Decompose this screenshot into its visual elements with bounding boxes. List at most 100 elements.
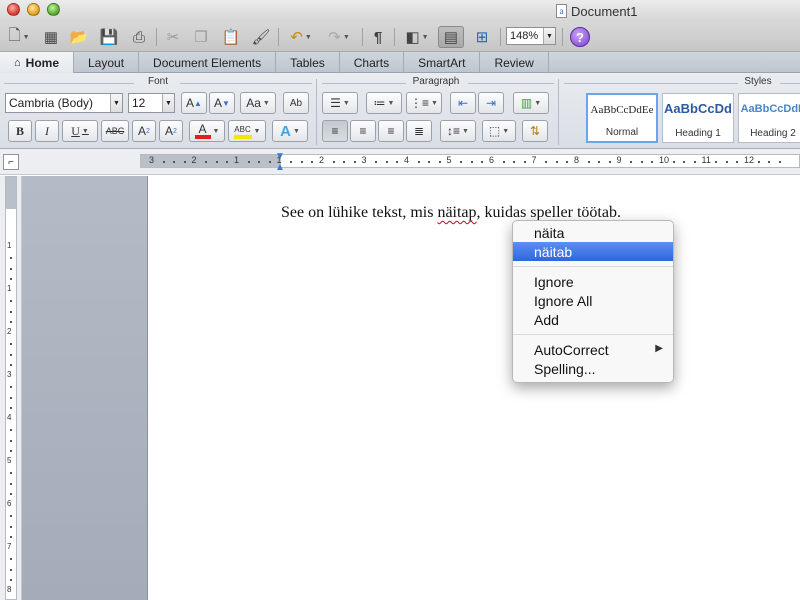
- ruler-tick: [226, 161, 229, 163]
- italic-button[interactable]: I: [35, 120, 59, 142]
- undo-button[interactable]: ↶ ▼: [284, 26, 318, 48]
- line-spacing-button[interactable]: ↕≡ ▼: [440, 120, 476, 142]
- text-effects-button[interactable]: A ▼: [272, 120, 308, 142]
- group-divider: [316, 79, 317, 145]
- menu-item-spelling[interactable]: Spelling...: [513, 359, 673, 378]
- italic-icon: I: [45, 123, 49, 138]
- menu-item-ignore[interactable]: Ignore: [513, 272, 673, 291]
- increase-indent-icon: ⇥: [485, 96, 497, 110]
- tab-stop-selector[interactable]: ⌐: [3, 154, 19, 170]
- sidebar-button[interactable]: ◧ ▼: [400, 26, 434, 48]
- cut-button[interactable]: ✂: [162, 26, 184, 48]
- zoom-window-button[interactable]: [47, 3, 60, 16]
- style-normal[interactable]: AaBbCcDdEe Normal: [586, 93, 658, 143]
- menu-item-autocorrect[interactable]: AutoCorrect ▶: [513, 340, 673, 359]
- decrease-indent-button[interactable]: ⇤: [450, 92, 476, 114]
- chevron-down-icon: ▼: [342, 99, 350, 107]
- subscript-button[interactable]: A2: [159, 120, 183, 142]
- borders-button[interactable]: ⬚ ▼: [482, 120, 516, 142]
- vertical-ruler-tick: [10, 310, 12, 313]
- strikethrough-button[interactable]: ABC: [101, 120, 129, 142]
- grow-font-button[interactable]: A ▲: [181, 92, 207, 114]
- help-button[interactable]: ?: [570, 27, 590, 47]
- font-size-select[interactable]: 12 ▼: [128, 93, 175, 113]
- document-page[interactable]: [148, 176, 800, 600]
- toolbar-separator: [156, 28, 157, 46]
- open-button[interactable]: 📂: [68, 26, 90, 48]
- copy-icon: ❐: [194, 29, 208, 46]
- tab-label: Home: [25, 55, 59, 70]
- print-button[interactable]: ⎙: [128, 26, 150, 48]
- vertical-ruler-number: 1: [7, 241, 12, 250]
- ruler-number: 6: [489, 155, 495, 165]
- ruler-tick: [162, 161, 165, 163]
- align-left-button[interactable]: ≡: [322, 120, 348, 142]
- paste-button[interactable]: 📋: [220, 26, 242, 48]
- media-browser-button[interactable]: ⊞: [470, 26, 494, 48]
- new-document-icon: 🗋: [8, 26, 21, 44]
- chevron-down-icon[interactable]: ▼: [162, 94, 174, 112]
- ruler-number: 2: [319, 155, 325, 165]
- tab-layout[interactable]: Layout: [74, 52, 140, 73]
- menu-item-suggestion[interactable]: näita: [513, 223, 673, 242]
- tab-tables[interactable]: Tables: [276, 52, 340, 73]
- justify-button[interactable]: ≣: [406, 120, 432, 142]
- chevron-down-icon: ▼: [387, 99, 395, 107]
- font-color-button[interactable]: A ▼: [189, 120, 225, 142]
- bold-button[interactable]: B: [8, 120, 32, 142]
- sort-button[interactable]: ⇅: [522, 120, 548, 142]
- change-case-button[interactable]: Aa ▼: [240, 92, 276, 114]
- ruler-number: 1: [234, 155, 240, 165]
- multilevel-list-icon: ⋮≡: [410, 96, 430, 110]
- tab-smartart[interactable]: SmartArt: [404, 52, 481, 73]
- tab-home[interactable]: ⌂ Home: [0, 52, 74, 73]
- minimize-window-button[interactable]: [27, 3, 40, 16]
- menu-item-suggestion[interactable]: näitab: [513, 242, 673, 261]
- font-name-select[interactable]: Cambria (Body) ▼: [5, 93, 123, 113]
- misspelled-word[interactable]: näitap: [437, 204, 476, 221]
- tab-document-elements[interactable]: Document Elements: [139, 52, 277, 73]
- shrink-font-button[interactable]: A ▼: [209, 92, 235, 114]
- numbering-button[interactable]: ≔ ▼: [366, 92, 402, 114]
- underline-button[interactable]: U ▼: [62, 120, 98, 142]
- spelling-grammar-button[interactable]: Ab: [283, 92, 309, 114]
- superscript-button[interactable]: A2: [132, 120, 156, 142]
- new-document-button[interactable]: 🗋 ▼: [4, 26, 34, 48]
- horizontal-ruler[interactable]: 3 2 1 1 2 3 4 5 6 7 8 9 10 11 12: [140, 154, 800, 168]
- templates-gallery-button[interactable]: ▦: [40, 26, 62, 48]
- tab-review[interactable]: Review: [480, 52, 549, 73]
- highlight-button[interactable]: ABC ▼: [228, 120, 266, 142]
- vertical-ruler[interactable]: 1 1 2 3 4 5 6 7 8: [0, 176, 22, 600]
- increase-indent-button[interactable]: ⇥: [478, 92, 504, 114]
- zoom-select[interactable]: 148% ▼: [506, 27, 556, 45]
- format-painter-button[interactable]: 🖌: [250, 26, 272, 48]
- chevron-down-icon[interactable]: ▼: [543, 28, 555, 44]
- save-button[interactable]: 💾: [98, 26, 120, 48]
- standard-toolbar: 🗋 ▼ ▦ 📂 💾 ⎙ ✂ ❐ 📋 🖌 ↶ ▼ ↷ ▼ ¶ ◧ ▼ ▤ ⊞: [0, 22, 800, 52]
- style-heading-2[interactable]: AaBbCcDdE Heading 2: [738, 93, 800, 143]
- align-center-button[interactable]: ≡: [350, 120, 376, 142]
- tab-label: Document Elements: [153, 55, 262, 70]
- indent-marker[interactable]: ▼ ▲: [275, 151, 285, 173]
- sort-icon: ⇅: [529, 124, 541, 138]
- subscript-icon: A: [165, 124, 174, 138]
- multilevel-list-button[interactable]: ⋮≡ ▼: [406, 92, 442, 114]
- close-window-button[interactable]: [7, 3, 20, 16]
- tab-charts[interactable]: Charts: [340, 52, 405, 73]
- ruler-tick: [630, 161, 633, 163]
- vertical-ruler-tick: [10, 407, 12, 410]
- style-heading-1[interactable]: AaBbCcDd Heading 1: [662, 93, 734, 143]
- menu-item-ignore-all[interactable]: Ignore All: [513, 291, 673, 310]
- columns-button[interactable]: ▥ ▼: [513, 92, 549, 114]
- undo-icon: ↶: [290, 29, 303, 46]
- redo-button[interactable]: ↷ ▼: [322, 26, 356, 48]
- copy-button[interactable]: ❐: [190, 26, 212, 48]
- show-formatting-button[interactable]: ¶: [368, 26, 388, 48]
- toolbox-button[interactable]: ▤: [438, 26, 464, 48]
- toolbar-separator: [278, 28, 279, 46]
- align-right-button[interactable]: ≡: [378, 120, 404, 142]
- menu-item-add[interactable]: Add: [513, 310, 673, 329]
- bullets-button[interactable]: ☰ ▼: [322, 92, 358, 114]
- chevron-down-icon[interactable]: ▼: [110, 94, 122, 112]
- ruler-tick: [268, 161, 271, 163]
